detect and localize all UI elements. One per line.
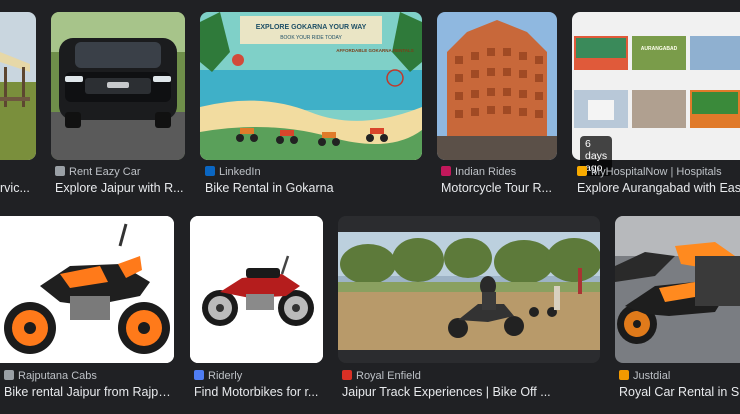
image-tagline: AFFORDABLE GOKARNA RENTALS — [336, 48, 414, 53]
hospital-icon — [577, 166, 587, 176]
result-title[interactable]: Find Motorbikes for r... — [194, 385, 324, 399]
car-icon — [55, 166, 65, 176]
result-source: Rent Eazy Car — [55, 166, 185, 178]
result-thumbnail[interactable] — [0, 12, 36, 160]
result-source: Justdial — [619, 370, 740, 382]
indian-rides-icon — [441, 166, 451, 176]
result-title[interactable]: Bike Rental in Gokarna — [205, 181, 420, 195]
result-thumbnail[interactable] — [338, 216, 600, 363]
result-title[interactable]: rvic... — [0, 181, 36, 195]
image-headline: EXPLORE GOKARNA YOUR WAY — [256, 24, 367, 31]
justdial-icon — [619, 370, 629, 380]
result-thumbnail[interactable] — [190, 216, 323, 363]
result-source: Royal Enfield — [342, 370, 598, 382]
result-title[interactable]: Motorcycle Tour R... — [441, 181, 557, 195]
royal-enfield-icon — [342, 370, 352, 380]
riderly-icon — [194, 370, 204, 380]
result-title[interactable]: Bike rental Jaipur from Rajpu... — [4, 385, 174, 399]
result-source: MyHospitalNow | Hospitals — [577, 166, 740, 178]
result-thumbnail[interactable] — [0, 216, 174, 363]
image-tile-label: AURANGABAD — [641, 46, 678, 52]
result-source: Riderly — [194, 370, 324, 382]
result-title[interactable]: Explore Jaipur with R... — [55, 181, 185, 195]
result-source: Rajputana Cabs — [4, 370, 174, 382]
result-thumbnail[interactable] — [615, 216, 740, 363]
result-thumbnail[interactable] — [51, 12, 185, 160]
rajputana-icon — [4, 370, 14, 380]
result-source: Indian Rides — [441, 166, 557, 178]
result-thumbnail[interactable]: EXPLORE GOKARNA YOUR WAY BOOK YOUR RIDE … — [200, 12, 422, 160]
linkedin-icon — [205, 166, 215, 176]
result-title[interactable]: Royal Car Rental in Sita — [619, 385, 740, 399]
result-source: LinkedIn — [205, 166, 420, 178]
result-title[interactable]: Jaipur Track Experiences | Bike Off ... — [342, 385, 598, 399]
image-subline: BOOK YOUR RIDE TODAY — [280, 35, 342, 41]
result-title[interactable]: Explore Aurangabad with Ease — [577, 181, 740, 195]
result-thumbnail[interactable] — [437, 12, 557, 160]
